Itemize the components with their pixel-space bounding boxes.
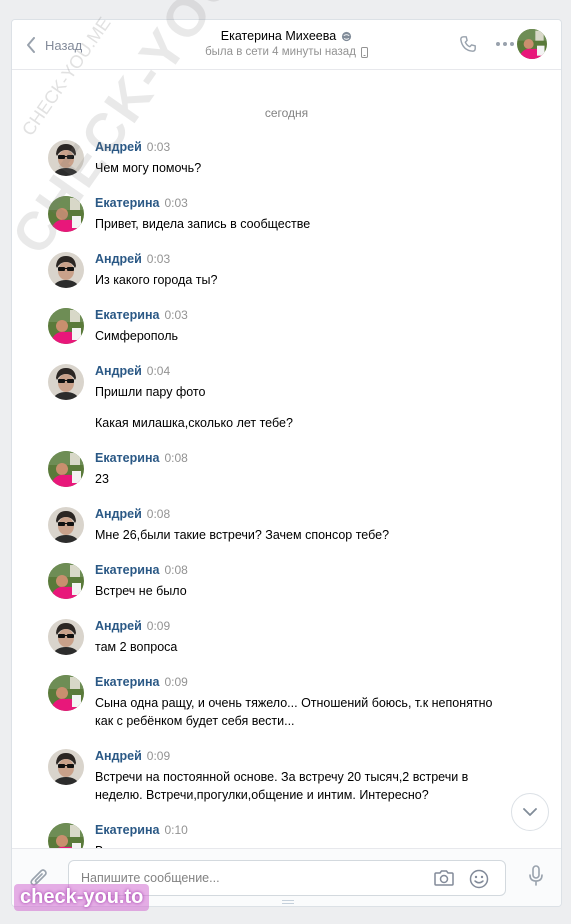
andrey-avatar[interactable] [48, 140, 84, 176]
ekaterina-avatar[interactable] [48, 675, 84, 711]
andrey-avatar[interactable] [48, 619, 84, 655]
message-text: Какая милашка,сколько лет тебе? [95, 416, 293, 430]
message-author-name[interactable]: Андрей [95, 507, 142, 521]
andrey-avatar[interactable] [48, 507, 84, 543]
message-time[interactable]: 0:03 [147, 140, 170, 154]
message-time[interactable]: 0:04 [147, 364, 170, 378]
message-author-name[interactable]: Екатерина [95, 563, 159, 577]
message-author[interactable]: Екатерина 0:09 [95, 675, 188, 689]
globe-icon [342, 31, 352, 41]
message-time[interactable]: 0:08 [164, 451, 187, 465]
message-author-name[interactable]: Андрей [95, 364, 142, 378]
message-author[interactable]: Екатерина 0:10 [95, 823, 188, 837]
date-separator: сегодня [264, 106, 309, 120]
ekaterina-avatar[interactable] [48, 196, 84, 232]
message-author-name[interactable]: Андрей [95, 252, 142, 266]
message-text: Сына одна ращу, и очень тяжело... Отноше… [95, 696, 493, 728]
ekaterina-avatar[interactable] [48, 308, 84, 344]
message-text: Мне 26,были такие встречи? Зачем спонсор… [95, 528, 390, 542]
message-time[interactable]: 0:09 [164, 675, 187, 689]
mobile-phone-icon [360, 46, 368, 58]
andrey-avatar[interactable] [48, 749, 84, 785]
message-text: Чем могу помочь? [95, 161, 202, 175]
message-text: Привет, видела запись в сообществе [95, 217, 311, 231]
message-author-name[interactable]: Екатерина [95, 823, 159, 837]
message-author[interactable]: Андрей 0:09 [95, 749, 170, 763]
message-author[interactable]: Екатерина 0:03 [95, 308, 188, 322]
message-text: там 2 вопроса [95, 640, 178, 654]
badge-watermark: check-you.to [14, 884, 150, 911]
message-text: Встречи на постоянной основе. За встречу… [95, 770, 469, 802]
camera-icon[interactable] [433, 869, 455, 887]
message-author[interactable]: Екатерина 0:03 [95, 196, 188, 210]
message-time[interactable]: 0:03 [164, 196, 187, 210]
ekaterina-avatar-image [517, 29, 547, 59]
andrey-avatar[interactable] [48, 364, 84, 400]
message-author[interactable]: Андрей 0:03 [95, 140, 170, 154]
message-text: 23 [95, 472, 109, 486]
message-author[interactable]: Андрей 0:08 [95, 507, 170, 521]
more-dots-icon[interactable] [495, 41, 515, 47]
microphone-icon [529, 865, 543, 886]
chevron-down-icon [523, 808, 537, 816]
peer-name: Екатерина Михеева [220, 29, 337, 43]
message-author-name[interactable]: Андрей [95, 619, 142, 633]
message-text: Симферополь [95, 329, 178, 343]
peer-avatar[interactable] [517, 29, 547, 59]
chat-panel: Назад Екатерина Михеева была в сети 4 ми… [11, 19, 562, 907]
message-text: Встреч не было [95, 584, 187, 598]
message-author-name[interactable]: Екатерина [95, 675, 159, 689]
message-time[interactable]: 0:08 [164, 563, 187, 577]
phone-icon[interactable] [459, 35, 477, 53]
message-author[interactable]: Андрей 0:03 [95, 252, 170, 266]
message-time[interactable]: 0:09 [147, 619, 170, 633]
message-time[interactable]: 0:10 [164, 823, 187, 837]
message-author-name[interactable]: Андрей [95, 140, 142, 154]
smile-icon[interactable] [469, 869, 489, 889]
message-author[interactable]: Андрей 0:09 [95, 619, 170, 633]
message-author[interactable]: Екатерина 0:08 [95, 563, 188, 577]
message-author[interactable]: Екатерина 0:08 [95, 451, 188, 465]
ekaterina-avatar[interactable] [48, 823, 84, 850]
message-author-name[interactable]: Екатерина [95, 451, 159, 465]
message-author[interactable]: Андрей 0:04 [95, 364, 170, 378]
message-time[interactable]: 0:03 [164, 308, 187, 322]
online-status: была в сети 4 минуты назад [205, 46, 356, 58]
message-history[interactable]: сегодня Андрей 0:03 Чем могу помочь? Екатер… [12, 71, 561, 850]
ekaterina-avatar[interactable] [48, 563, 84, 599]
andrey-avatar[interactable] [48, 252, 84, 288]
message-time[interactable]: 0:09 [147, 749, 170, 763]
message-time[interactable]: 0:03 [147, 252, 170, 266]
scroll-down-button[interactable] [511, 793, 549, 831]
chat-header: Назад Екатерина Михеева была в сети 4 ми… [12, 20, 561, 70]
message-text: Из какого города ты? [95, 273, 218, 287]
resize-grip[interactable] [282, 900, 294, 904]
message-author-name[interactable]: Екатерина [95, 196, 159, 210]
voice-message-button[interactable] [529, 865, 543, 890]
message-author-name[interactable]: Андрей [95, 749, 142, 763]
message-author-name[interactable]: Екатерина [95, 308, 159, 322]
message-text: Пришли пару фото [95, 385, 206, 399]
message-time[interactable]: 0:08 [147, 507, 170, 521]
ekaterina-avatar[interactable] [48, 451, 84, 487]
